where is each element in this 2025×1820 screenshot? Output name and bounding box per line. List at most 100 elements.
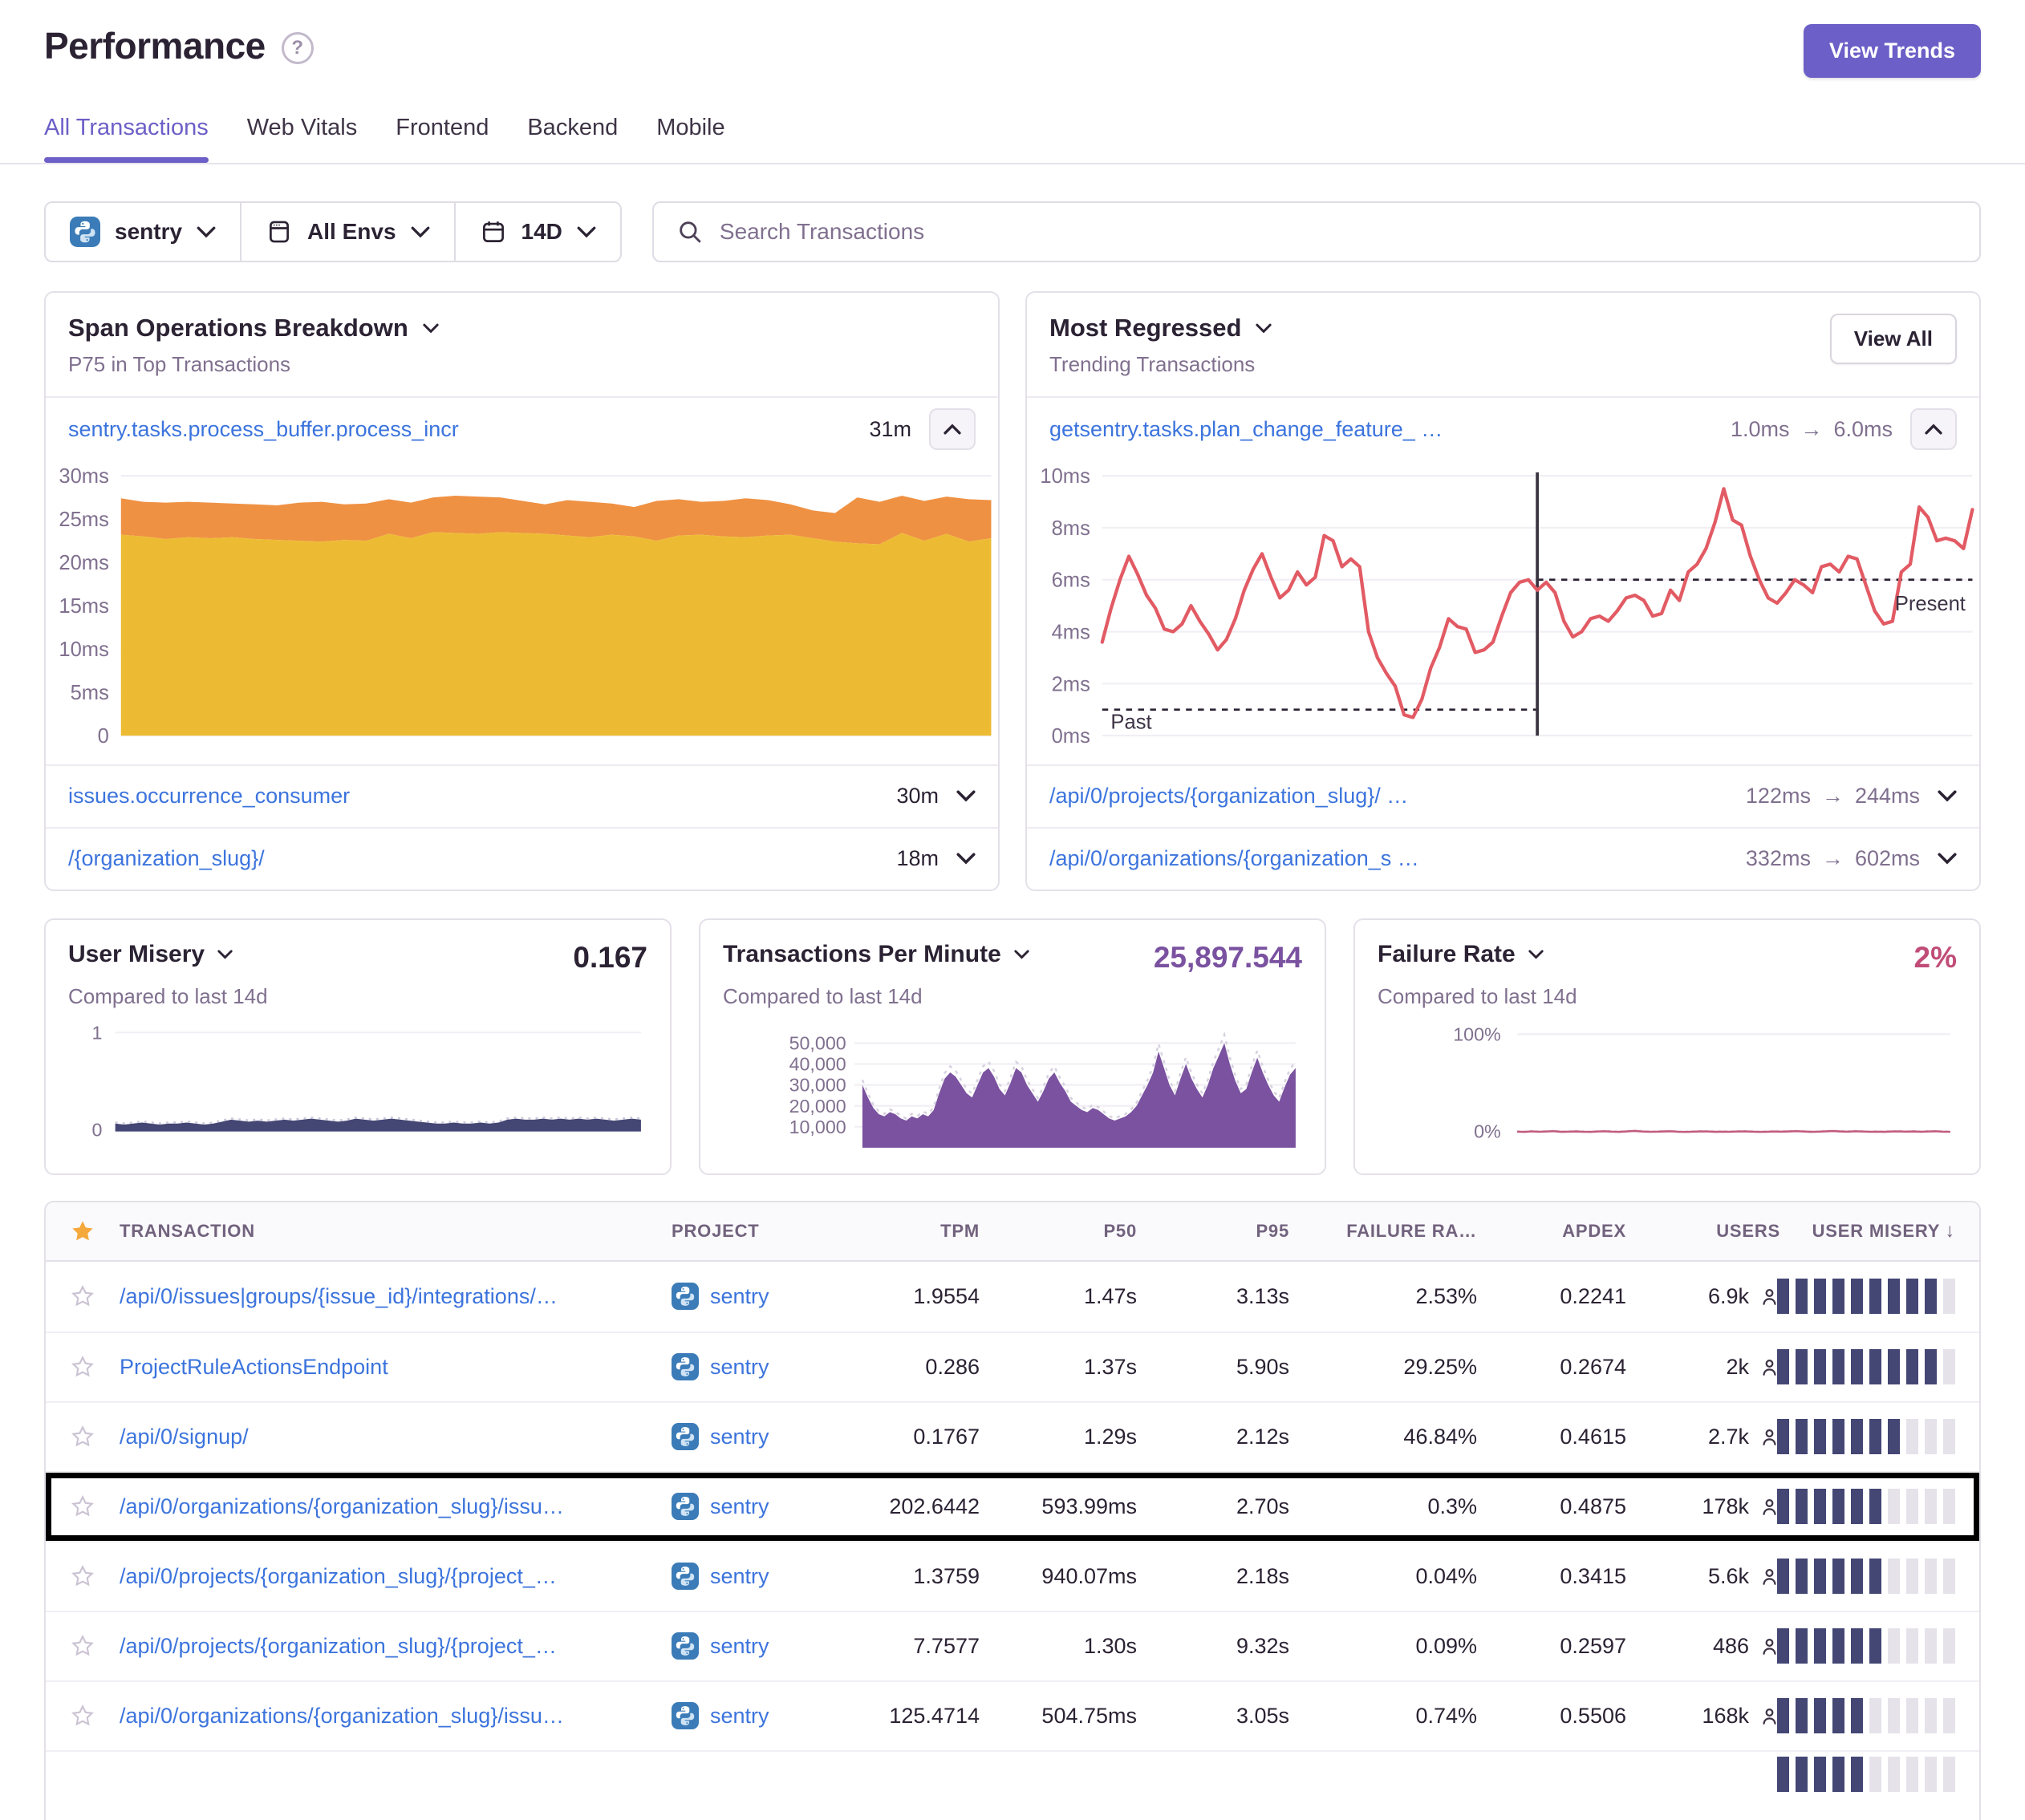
regressed-transaction-link[interactable]: /api/0/organizations/{organization_s …	[1049, 846, 1419, 871]
transaction-link[interactable]: /api/0/organizations/{organization_slug}…	[120, 1704, 672, 1729]
date-range-selector[interactable]: 14D	[454, 203, 620, 261]
user-misery-cell	[1780, 1698, 1976, 1733]
table-row[interactable]: /api/0/signup/ sentry 0.1767 1.29s 2.12s…	[46, 1401, 1979, 1471]
span-op-link[interactable]: issues.occurrence_consumer	[68, 784, 350, 809]
column-header-project[interactable]: PROJECT	[672, 1221, 842, 1242]
user-misery-bars	[1777, 1279, 1955, 1314]
svg-text:30ms: 30ms	[59, 465, 109, 488]
transaction-link[interactable]: ProjectRuleActionsEndpoint	[120, 1355, 672, 1380]
users-count: 5.6k	[1708, 1564, 1749, 1589]
tab-web-vitals[interactable]: Web Vitals	[247, 115, 358, 163]
arrow-right-icon: →	[1822, 846, 1844, 871]
transaction-link[interactable]: /api/0/organizations/{organization_slug}…	[120, 1494, 672, 1519]
span-op-link[interactable]: sentry.tasks.process_buffer.process_incr	[68, 417, 459, 442]
most-regressed-subtitle: Trending Transactions	[1049, 352, 1272, 377]
tab-backend[interactable]: Backend	[527, 115, 618, 163]
users-cell: 2.7k	[1626, 1425, 1780, 1449]
table-row[interactable]: /api/0/projects/{organization_slug}/{pro…	[46, 1541, 1979, 1611]
project-link[interactable]: sentry	[672, 1423, 842, 1450]
regressed-transaction-link[interactable]: /api/0/projects/{organization_slug}/ …	[1049, 784, 1408, 809]
favorite-star-button[interactable]	[46, 1633, 120, 1659]
user-misery-card-title[interactable]: User Misery	[68, 941, 233, 968]
favorite-star-button[interactable]	[46, 1283, 120, 1309]
view-trends-button[interactable]: View Trends	[1804, 24, 1981, 78]
most-regressed-card: Most Regressed Trending Transactions Vie…	[1025, 291, 1981, 891]
project-link[interactable]: sentry	[672, 1353, 842, 1380]
svg-text:Present: Present	[1895, 593, 1966, 615]
search-input[interactable]	[720, 219, 1957, 245]
view-all-button[interactable]: View All	[1830, 314, 1957, 364]
column-header-p95[interactable]: P95	[1137, 1221, 1289, 1242]
tab-frontend[interactable]: Frontend	[396, 115, 489, 163]
transaction-link[interactable]: /api/0/projects/{organization_slug}/{pro…	[120, 1564, 672, 1589]
favorite-star-button[interactable]	[46, 1563, 120, 1589]
span-operations-title[interactable]: Span Operations Breakdown	[68, 314, 439, 343]
column-header-p50[interactable]: P50	[980, 1221, 1137, 1242]
failure-rate-card-title[interactable]: Failure Rate	[1378, 941, 1544, 968]
star-outline-icon	[69, 1494, 96, 1519]
project-link[interactable]: sentry	[672, 1493, 842, 1520]
transaction-link[interactable]: /api/0/projects/{organization_slug}/{pro…	[120, 1634, 672, 1659]
trend-from-value: 1.0ms	[1731, 417, 1790, 442]
collapse-button[interactable]	[1910, 408, 1957, 450]
most-regressed-title[interactable]: Most Regressed	[1049, 314, 1272, 343]
tab-bar: All Transactions Web Vitals Frontend Bac…	[44, 115, 1981, 163]
table-row[interactable]: /api/0/organizations/{organization_slug}…	[46, 1680, 1979, 1750]
user-misery-bars	[1777, 1419, 1955, 1454]
users-count: 486	[1713, 1634, 1749, 1659]
table-row[interactable]	[46, 1750, 1979, 1820]
project-link[interactable]: sentry	[672, 1702, 842, 1729]
transaction-link[interactable]: /api/0/signup/	[120, 1425, 672, 1449]
collapse-button[interactable]	[929, 408, 976, 450]
failure-rate-cell: 2.53%	[1289, 1284, 1477, 1309]
table-row[interactable]: ProjectRuleActionsEndpoint sentry 0.286 …	[46, 1332, 1979, 1401]
expand-button[interactable]	[1938, 853, 1957, 865]
regressed-transaction-link[interactable]: getsentry.tasks.plan_change_feature_ …	[1049, 417, 1443, 442]
failure-rate-cell: 46.84%	[1289, 1425, 1477, 1449]
tpm-cell	[842, 1752, 980, 1757]
environment-selector[interactable]: All Envs	[240, 203, 453, 261]
column-header-user-misery[interactable]: USER MISERY↓	[1780, 1220, 1976, 1242]
column-header-tpm[interactable]: TPM	[842, 1221, 980, 1242]
favorite-star-button[interactable]	[46, 1424, 120, 1449]
column-header-failure-rate[interactable]: FAILURE RA…	[1289, 1221, 1477, 1242]
span-op-link[interactable]: /{organization_slug}/	[68, 846, 265, 871]
failure-rate-card: Failure Rate 2% Compared to last 14d 100…	[1353, 918, 1981, 1175]
p50-cell: 1.37s	[980, 1355, 1137, 1380]
p95-cell: 9.32s	[1137, 1634, 1289, 1659]
tab-mobile[interactable]: Mobile	[656, 115, 724, 163]
apdex-cell: 0.2241	[1477, 1284, 1626, 1309]
favorite-column-header[interactable]	[46, 1218, 120, 1244]
user-misery-value: 0.167	[573, 941, 647, 975]
project-link[interactable]: sentry	[672, 1563, 842, 1590]
favorite-star-button[interactable]	[46, 1354, 120, 1380]
column-header-users[interactable]: USERS	[1626, 1221, 1780, 1242]
column-header-transaction[interactable]: TRANSACTION	[120, 1221, 672, 1242]
sort-descending-icon: ↓	[1945, 1220, 1955, 1242]
tab-all-transactions[interactable]: All Transactions	[44, 115, 209, 163]
svg-text:0%: 0%	[1474, 1121, 1501, 1142]
table-row[interactable]: /api/0/projects/{organization_slug}/{pro…	[46, 1611, 1979, 1680]
column-header-apdex[interactable]: APDEX	[1477, 1221, 1626, 1242]
expand-button[interactable]	[956, 853, 976, 865]
favorite-star-button[interactable]	[46, 1703, 120, 1729]
expand-button[interactable]	[1938, 790, 1957, 802]
transaction-link[interactable]: /api/0/issues|groups/{issue_id}/integrat…	[120, 1284, 672, 1309]
span-op-item: issues.occurrence_consumer 30m	[46, 764, 998, 827]
transaction-link[interactable]	[120, 1752, 672, 1757]
users-count: 2k	[1726, 1355, 1749, 1380]
project-link[interactable]: sentry	[672, 1632, 842, 1660]
help-icon[interactable]: ?	[282, 32, 314, 64]
trend-from-value: 122ms	[1746, 784, 1811, 809]
users-cell: 178k	[1626, 1494, 1780, 1519]
project-name: sentry	[710, 1494, 769, 1519]
project-selector[interactable]: sentry	[46, 203, 240, 261]
user-misery-bars	[1777, 1349, 1955, 1384]
project-link[interactable]: sentry	[672, 1283, 842, 1310]
svg-text:Past: Past	[1110, 711, 1151, 734]
tpm-card-title[interactable]: Transactions Per Minute	[723, 941, 1029, 968]
table-row[interactable]: /api/0/organizations/{organization_slug}…	[46, 1471, 1979, 1541]
table-row[interactable]: /api/0/issues|groups/{issue_id}/integrat…	[46, 1262, 1979, 1332]
expand-button[interactable]	[956, 790, 976, 802]
favorite-star-button[interactable]	[46, 1494, 120, 1519]
